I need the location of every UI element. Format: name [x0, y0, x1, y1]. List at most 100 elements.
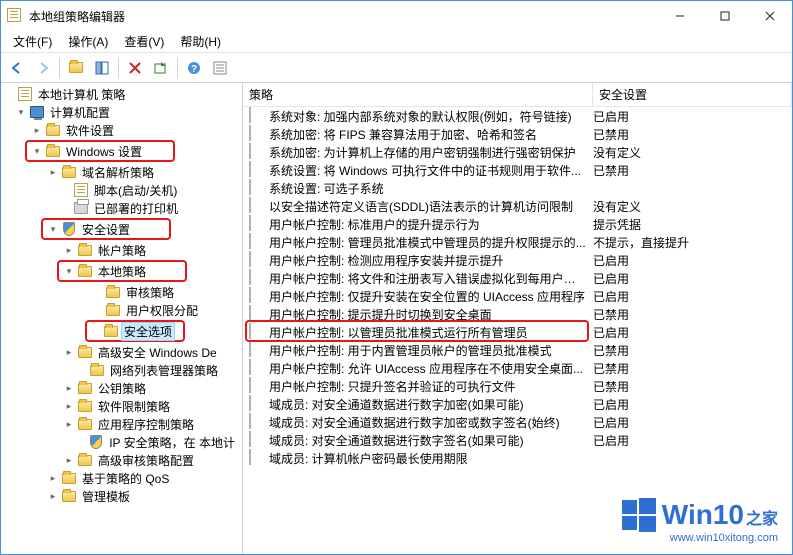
- chevron-right-icon[interactable]: ▸: [47, 167, 59, 178]
- folder-icon: [45, 122, 61, 138]
- policy-icon: [249, 126, 265, 142]
- list-row[interactable]: 用户帐户控制: 将文件和注册表写入错误虚拟化到每用户位置已启用: [243, 269, 792, 287]
- tree-user-rights[interactable]: 用户权限分配: [1, 301, 242, 319]
- tree-admin-templates[interactable]: ▸ 管理模板: [1, 487, 242, 505]
- policy-setting: 已禁用: [593, 126, 792, 143]
- tree-local-policies[interactable]: ▾ 本地策略: [63, 262, 181, 280]
- tree-advanced-audit[interactable]: ▸ 高级审核策略配置: [1, 451, 242, 469]
- tree-root[interactable]: 本地计算机 策略: [1, 85, 242, 103]
- list-row[interactable]: 域成员: 对安全通道数据进行数字加密或数字签名(始终)已启用: [243, 413, 792, 431]
- tree-qos[interactable]: ▸ 基于策略的 QoS: [1, 469, 242, 487]
- chevron-right-icon[interactable]: ▸: [63, 245, 75, 256]
- tree-public-key[interactable]: ▸ 公钥策略: [1, 379, 242, 397]
- chevron-right-icon[interactable]: ▸: [31, 125, 43, 136]
- list-row[interactable]: 用户帐户控制: 以管理员批准模式运行所有管理员已启用: [243, 323, 792, 341]
- policy-name: 用户帐户控制: 只提升签名并验证的可执行文件: [269, 378, 593, 395]
- list-row[interactable]: 用户帐户控制: 标准用户的提升提示行为提示凭据: [243, 215, 792, 233]
- menu-view[interactable]: 查看(V): [116, 31, 172, 52]
- list-row[interactable]: 系统加密: 将 FIPS 兼容算法用于加密、哈希和签名已禁用: [243, 125, 792, 143]
- folder-icon: [89, 362, 105, 378]
- tree-account-policies[interactable]: ▸ 帐户策略: [1, 241, 242, 259]
- close-button[interactable]: [747, 1, 792, 31]
- list-row[interactable]: 系统设置: 将 Windows 可执行文件中的证书规则用于软件...已禁用: [243, 161, 792, 179]
- tree-label: 软件设置: [63, 121, 117, 140]
- folder-icon: [105, 284, 121, 300]
- list-row[interactable]: 用户帐户控制: 只提升签名并验证的可执行文件已禁用: [243, 377, 792, 395]
- column-header-policy[interactable]: 策略: [243, 83, 593, 106]
- list-row[interactable]: 域成员: 对安全通道数据进行数字签名(如果可能)已启用: [243, 431, 792, 449]
- tree-app-control[interactable]: ▸ 应用程序控制策略: [1, 415, 242, 433]
- menu-action[interactable]: 操作(A): [60, 31, 116, 52]
- chevron-right-icon[interactable]: ▸: [63, 347, 75, 358]
- tree-security-options[interactable]: 安全选项: [91, 322, 179, 340]
- chevron-right-icon[interactable]: ▸: [63, 419, 75, 430]
- list-row[interactable]: 系统设置: 可选子系统: [243, 179, 792, 197]
- forward-button[interactable]: [31, 56, 55, 80]
- list-row[interactable]: 用户帐户控制: 提示提升时切换到安全桌面已禁用: [243, 305, 792, 323]
- chevron-right-icon[interactable]: ▸: [47, 473, 59, 484]
- tree-windows-settings[interactable]: ▾ Windows 设置: [31, 142, 169, 160]
- tree-computer-config[interactable]: ▾ 计算机配置: [1, 103, 242, 121]
- chevron-down-icon[interactable]: ▾: [31, 146, 43, 157]
- tree-software-settings[interactable]: ▸ 软件设置: [1, 121, 242, 139]
- chevron-right-icon[interactable]: ▸: [63, 401, 75, 412]
- menu-file[interactable]: 文件(F): [5, 31, 60, 52]
- chevron-down-icon[interactable]: ▾: [47, 224, 59, 235]
- chevron-right-icon[interactable]: ▸: [63, 455, 75, 466]
- tree-label: 高级安全 Windows De: [95, 343, 220, 362]
- menu-help[interactable]: 帮助(H): [172, 31, 229, 52]
- policy-name: 系统加密: 为计算机上存储的用户密钥强制进行强密钥保护: [269, 144, 593, 161]
- policy-setting: 已启用: [593, 432, 792, 449]
- printer-icon: [73, 200, 89, 216]
- policy-icon: [249, 414, 265, 430]
- policy-name: 系统对象: 加强内部系统对象的默认权限(例如，符号链接): [269, 108, 593, 125]
- list-row[interactable]: 域成员: 计算机帐户密码最长使用期限: [243, 449, 792, 467]
- list-row[interactable]: 用户帐户控制: 仅提升安装在安全位置的 UIAccess 应用程序已启用: [243, 287, 792, 305]
- tree-software-restriction[interactable]: ▸ 软件限制策略: [1, 397, 242, 415]
- tree-network-list[interactable]: 网络列表管理器策略: [1, 361, 242, 379]
- minimize-button[interactable]: [657, 1, 702, 31]
- shield-icon: [61, 221, 77, 237]
- chevron-down-icon[interactable]: ▾: [63, 266, 75, 277]
- list-row[interactable]: 用户帐户控制: 检测应用程序安装并提示提升已启用: [243, 251, 792, 269]
- chevron-right-icon[interactable]: ▸: [63, 383, 75, 394]
- chevron-down-icon[interactable]: ▾: [15, 107, 27, 118]
- tree-security-settings[interactable]: ▾ 安全设置: [47, 220, 165, 238]
- list-row[interactable]: 系统对象: 加强内部系统对象的默认权限(例如，符号链接)已启用: [243, 107, 792, 125]
- show-hide-tree-button[interactable]: [90, 56, 114, 80]
- tree-audit-policy[interactable]: 审核策略: [1, 283, 242, 301]
- tree-windows-defender[interactable]: ▸ 高级安全 Windows De: [1, 343, 242, 361]
- delete-button[interactable]: [123, 56, 147, 80]
- policy-icon: [249, 306, 265, 322]
- up-button[interactable]: [64, 56, 88, 80]
- export-button[interactable]: [149, 56, 173, 80]
- policy-setting: 已禁用: [593, 342, 792, 359]
- tree-label: 高级审核策略配置: [95, 451, 197, 470]
- maximize-button[interactable]: [702, 1, 747, 31]
- chevron-right-icon[interactable]: ▸: [47, 491, 59, 502]
- help-button[interactable]: ?: [182, 56, 206, 80]
- list-row[interactable]: 域成员: 对安全通道数据进行数字加密(如果可能)已启用: [243, 395, 792, 413]
- folder-icon: [61, 164, 77, 180]
- tree-scripts[interactable]: 脚本(启动/关机): [1, 181, 242, 199]
- policy-setting: 已禁用: [593, 162, 792, 179]
- list-row[interactable]: 用户帐户控制: 允许 UIAccess 应用程序在不使用安全桌面...已禁用: [243, 359, 792, 377]
- policy-icon: [249, 162, 265, 178]
- policy-name: 用户帐户控制: 检测应用程序安装并提示提升: [269, 252, 593, 269]
- tree-pane[interactable]: 本地计算机 策略 ▾ 计算机配置 ▸ 软件设置 ▾ Windows 设置: [1, 83, 243, 554]
- tree-printers[interactable]: 已部署的打印机: [1, 199, 242, 217]
- list-row[interactable]: 以安全描述符定义语言(SDDL)语法表示的计算机访问限制没有定义: [243, 197, 792, 215]
- list-row[interactable]: 系统加密: 为计算机上存储的用户密钥强制进行强密钥保护没有定义: [243, 143, 792, 161]
- back-button[interactable]: [5, 56, 29, 80]
- folder-icon: [103, 323, 119, 339]
- tree-ip-security[interactable]: IP 安全策略，在 本地计: [1, 433, 242, 451]
- list-row[interactable]: 用户帐户控制: 用于内置管理员帐户的管理员批准模式已禁用: [243, 341, 792, 359]
- tree-name-resolution[interactable]: ▸ 域名解析策略: [1, 163, 242, 181]
- column-header-setting[interactable]: 安全设置: [593, 83, 792, 106]
- list-row[interactable]: 用户帐户控制: 管理员批准模式中管理员的提升权限提示的...不提示，直接提升: [243, 233, 792, 251]
- properties-button[interactable]: [208, 56, 232, 80]
- window-title: 本地组策略编辑器: [29, 8, 657, 25]
- policy-setting: 已启用: [593, 414, 792, 431]
- list-body[interactable]: 系统对象: 加强内部系统对象的默认权限(例如，符号链接)已启用系统加密: 将 F…: [243, 107, 792, 554]
- tree-label: 基于策略的 QoS: [79, 469, 172, 488]
